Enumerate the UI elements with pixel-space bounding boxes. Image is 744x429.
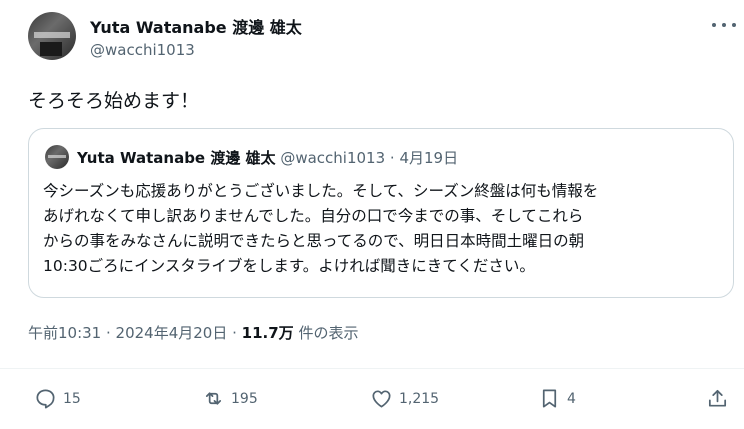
tweet-time[interactable]: 午前10:31: [28, 324, 101, 342]
author-avatar[interactable]: [28, 12, 76, 60]
repost-icon: [205, 392, 222, 405]
action-bar: 15 195 1,215 4: [0, 368, 744, 429]
tweet-meta: 午前10:31 · 2024年4月20日 · 11.7万 件の表示: [28, 322, 358, 343]
share-button[interactable]: [706, 387, 729, 410]
repost-button[interactable]: 195: [202, 387, 258, 410]
share-icon: [708, 389, 727, 407]
repost-count: 195: [231, 390, 258, 407]
like-count: 1,215: [399, 390, 440, 407]
quote-line: からの事をみなさんに説明できたらと思ってるので、明日日本時間土曜日の朝: [43, 232, 585, 250]
quote-author-name: Yuta Watanabe 渡邊 雄太: [77, 149, 276, 167]
reply-button[interactable]: 15: [34, 387, 81, 410]
bookmark-count: 4: [567, 390, 576, 407]
quote-date: 4月19日: [399, 149, 459, 167]
tweet-date[interactable]: 2024年4月20日: [116, 324, 228, 342]
view-count: 11.7万: [241, 324, 294, 342]
author-handle[interactable]: @wacchi1013: [90, 41, 195, 59]
reply-icon: [36, 389, 55, 409]
avatar-detail: [40, 42, 62, 56]
avatar-detail: [34, 32, 70, 38]
quote-text: 今シーズンも応援ありがとうございました。そして、シーズン終盤は何も情報を あげれ…: [43, 179, 723, 279]
bookmark-icon: [542, 389, 557, 408]
quote-line: 10:30ごろにインスタライブをします。よければ聞きにきてください。: [43, 257, 535, 275]
quoted-tweet[interactable]: Yuta Watanabe 渡邊 雄太 @wacchi1013 · 4月19日 …: [28, 128, 734, 298]
quote-avatar: [45, 145, 69, 169]
quote-line: 今シーズンも応援ありがとうございました。そして、シーズン終盤は何も情報を: [43, 182, 599, 200]
quote-author-handle: @wacchi1013: [280, 149, 386, 167]
view-label: 件の表示: [293, 324, 359, 342]
tweet-text: そろそろ始めます！: [28, 90, 200, 112]
author-name[interactable]: Yuta Watanabe 渡邊 雄太: [90, 14, 302, 38]
meta-separator: ·: [227, 324, 242, 342]
like-icon: [372, 390, 391, 408]
quote-line: あげれなくて申し訳ありませんでした。自分の口で今までの事、そしてこれら: [43, 207, 584, 225]
bookmark-button[interactable]: 4: [538, 387, 576, 410]
quote-header: Yuta Watanabe 渡邊 雄太 @wacchi1013 · 4月19日: [77, 147, 458, 168]
meta-separator: ·: [101, 324, 116, 342]
like-button[interactable]: 1,215: [370, 387, 439, 410]
quote-separator: ·: [385, 149, 400, 167]
more-icon[interactable]: [712, 20, 736, 30]
reply-count: 15: [63, 390, 81, 407]
